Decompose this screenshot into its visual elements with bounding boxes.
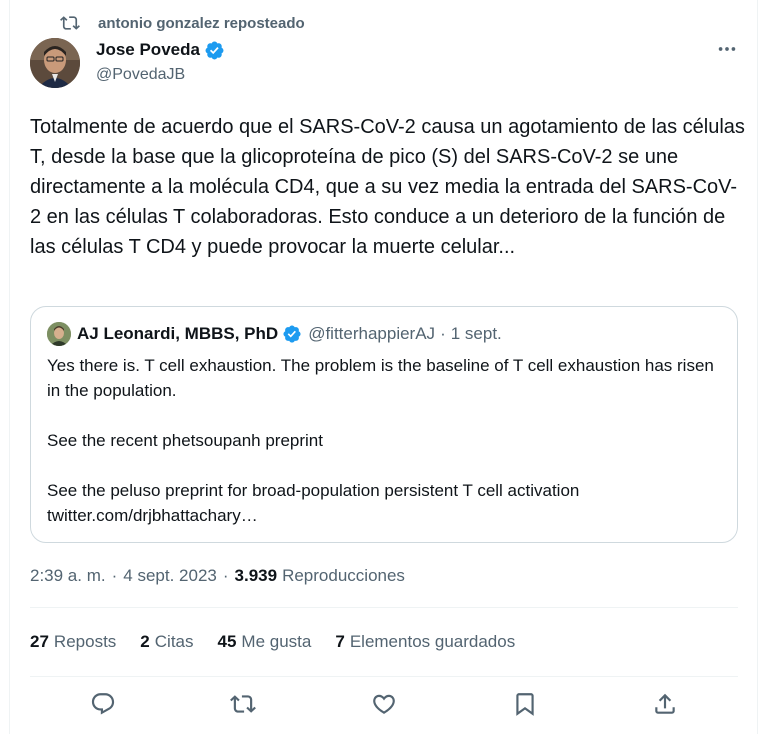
- stat-label: Reposts: [53, 632, 117, 651]
- like-icon: [371, 691, 397, 717]
- quoted-paragraph: See the peluso preprint for broad-popula…: [47, 481, 580, 525]
- more-icon: [716, 38, 738, 65]
- tweet-time[interactable]: 2:39 a. m.: [30, 566, 106, 586]
- author-info: Jose Poveda @PovedaJB: [96, 38, 225, 84]
- author-handle[interactable]: @PovedaJB: [96, 66, 225, 84]
- bookmark-icon: [512, 691, 538, 717]
- quoted-tweet-text: Yes there is. T cell exhaustion. The pro…: [47, 353, 727, 528]
- repost-icon: [60, 13, 80, 33]
- stat-number: 2: [140, 632, 150, 651]
- quoted-paragraph: See the recent phetsoupanh preprint: [47, 431, 323, 450]
- stat-reposts[interactable]: 27 Reposts: [30, 632, 116, 652]
- tweet-text: Totalmente de acuerdo que el SARS-CoV-2 …: [30, 116, 745, 258]
- action-bar: [0, 690, 766, 720]
- divider: [30, 607, 738, 608]
- repost-icon: [230, 691, 256, 717]
- share-icon: [652, 691, 678, 717]
- tweet-date[interactable]: 4 sept. 2023: [123, 566, 217, 586]
- verified-badge-icon[interactable]: [204, 40, 225, 61]
- quoted-paragraph: Yes there is. T cell exhaustion. The pro…: [47, 356, 714, 400]
- quoted-date: 1 sept.: [450, 324, 502, 343]
- stat-number: 45: [217, 632, 237, 651]
- views-count: 3.939: [234, 566, 278, 585]
- quoted-author-handle: @fitterhappierAJ: [308, 324, 436, 343]
- quoted-author-avatar: [47, 322, 71, 346]
- left-border: [9, 0, 10, 734]
- meta-separator: ·: [111, 566, 118, 585]
- quoted-verified-badge-icon: [282, 324, 302, 344]
- bookmark-button[interactable]: [511, 690, 539, 718]
- views-label: Reproducciones: [282, 566, 405, 585]
- stat-label: Citas: [154, 632, 194, 651]
- like-button[interactable]: [370, 690, 398, 718]
- stat-label: Me gusta: [241, 632, 312, 651]
- meta-separator: ·: [222, 566, 229, 585]
- more-options-button[interactable]: [712, 40, 742, 62]
- stat-likes[interactable]: 45 Me gusta: [218, 632, 312, 652]
- right-border: [757, 0, 758, 734]
- quoted-tweet[interactable]: AJ Leonardi, MBBS, PhD @fitterhappierAJ …: [30, 306, 738, 543]
- author-name[interactable]: Jose Poveda: [96, 40, 200, 60]
- stat-number: 7: [335, 632, 345, 651]
- reply-icon: [90, 691, 116, 717]
- author-avatar[interactable]: [30, 38, 80, 88]
- tweet-meta: 2:39 a. m. · 4 sept. 2023 · 3.939 Reprod…: [30, 563, 405, 589]
- stat-quotes[interactable]: 2 Citas: [140, 632, 193, 652]
- repost-label: antonio gonzalez reposteado: [98, 14, 305, 32]
- stat-number: 27: [30, 632, 49, 651]
- engagement-stats: 27 Reposts 2 Citas 45 Me gusta 7 Element…: [30, 629, 539, 655]
- quoted-author-name: AJ Leonardi, MBBS, PhD: [77, 324, 279, 343]
- repost-context[interactable]: antonio gonzalez reposteado: [60, 12, 305, 34]
- repost-button[interactable]: [229, 690, 257, 718]
- stat-bookmarks[interactable]: 7 Elementos guardados: [335, 632, 515, 652]
- reply-button[interactable]: [89, 690, 117, 718]
- share-button[interactable]: [651, 690, 679, 718]
- stat-label: Elementos guardados: [349, 632, 516, 651]
- divider: [30, 676, 738, 677]
- quoted-tweet-header: AJ Leonardi, MBBS, PhD @fitterhappierAJ …: [47, 321, 502, 347]
- quoted-separator: ·: [440, 324, 446, 343]
